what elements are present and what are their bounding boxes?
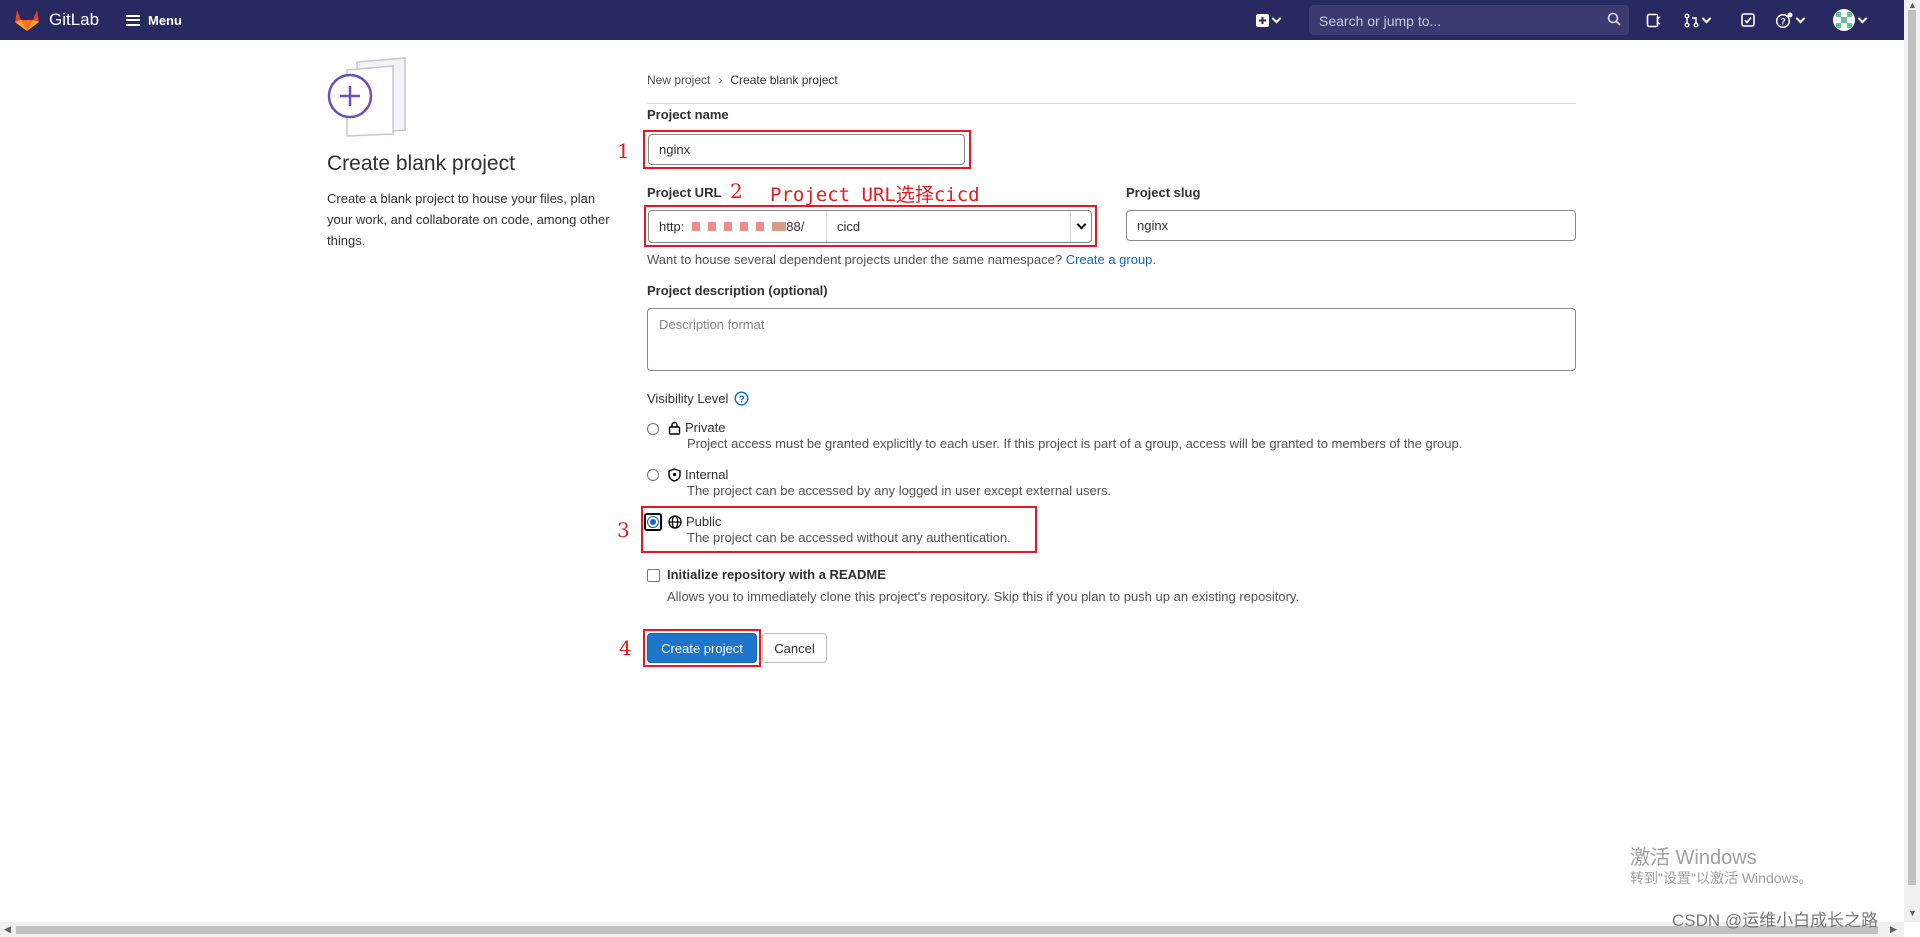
description-label: Project description (optional) xyxy=(647,283,828,298)
visibility-option-internal[interactable]: Internal xyxy=(668,467,728,482)
project-slug-label: Project slug xyxy=(1126,185,1201,200)
menu-label: Menu xyxy=(148,12,182,28)
scroll-up-icon[interactable]: ▲ xyxy=(1908,0,1917,10)
visibility-option-private[interactable]: Private xyxy=(668,420,725,435)
breadcrumb-separator-icon: › xyxy=(718,73,723,87)
vertical-scrollbar[interactable]: ▲ ▼ xyxy=(1904,0,1920,922)
scroll-down-icon[interactable]: ▼ xyxy=(1908,908,1917,918)
readme-label[interactable]: Initialize repository with a README xyxy=(667,567,886,582)
namespace-help-text: Want to house several dependent projects… xyxy=(647,252,1156,267)
project-slug-input[interactable] xyxy=(1126,210,1576,241)
visibility-heading: Visibility Level ? xyxy=(647,391,749,406)
readme-checkbox[interactable] xyxy=(647,569,660,582)
question-circle-icon[interactable]: ? xyxy=(734,391,749,406)
annotation-box-2 xyxy=(644,205,1097,247)
shield-icon xyxy=(668,467,681,482)
user-menu[interactable] xyxy=(1833,9,1868,31)
windows-activation-title: 激活 Windows xyxy=(1630,847,1757,869)
breadcrumb-current[interactable]: Create blank project xyxy=(730,73,837,87)
breadcrumb: New project › Create blank project xyxy=(647,73,838,87)
merge-requests-icon xyxy=(1684,13,1699,27)
left-panel-title: Create blank project xyxy=(327,152,515,175)
horizontal-scroll-thumb[interactable] xyxy=(16,926,1878,934)
brand-name[interactable]: GitLab xyxy=(49,10,99,30)
todo-button[interactable] xyxy=(1741,10,1755,30)
annotation-box-3 xyxy=(641,506,1037,553)
annotation-number-3: 3 xyxy=(617,518,630,542)
breadcrumb-new-project[interactable]: New project xyxy=(647,73,710,87)
blank-project-illustration xyxy=(327,57,406,137)
visibility-radio-private[interactable] xyxy=(647,423,659,435)
top-navbar: GitLab Menu ? xyxy=(0,0,1904,40)
search-input[interactable] xyxy=(1317,5,1601,37)
annotation-box-1 xyxy=(643,130,971,169)
annotation-text-2: Project URL选择cicd xyxy=(770,184,980,206)
new-item-dropdown[interactable] xyxy=(1256,10,1282,30)
divider xyxy=(647,103,1576,104)
readme-description: Allows you to immediately clone this pro… xyxy=(667,589,1300,604)
annotation-number-1: 1 xyxy=(617,139,630,163)
svg-text:?: ? xyxy=(1780,17,1786,27)
chevron-down-icon xyxy=(1795,13,1806,24)
horizontal-scrollbar[interactable]: ◀ ▶ xyxy=(0,922,1904,937)
menu-button[interactable]: Menu xyxy=(126,8,182,32)
create-group-link[interactable]: Create a group. xyxy=(1066,252,1156,267)
svg-text:?: ? xyxy=(739,394,745,405)
issues-icon xyxy=(1646,13,1661,27)
namespace-help: Want to house several dependent projects… xyxy=(647,252,1063,267)
internal-label: Internal xyxy=(685,467,729,482)
private-description: Project access must be granted explicitl… xyxy=(687,436,1463,451)
chevron-down-icon xyxy=(1857,13,1868,24)
scroll-left-icon[interactable]: ◀ xyxy=(4,924,11,935)
todo-icon xyxy=(1741,13,1755,27)
chevron-down-icon xyxy=(1701,13,1712,24)
project-name-label: Project name xyxy=(647,107,729,122)
merge-requests-button[interactable] xyxy=(1684,10,1712,30)
help-dropdown[interactable]: ? xyxy=(1775,10,1806,30)
lock-icon xyxy=(668,421,681,435)
help-icon: ? xyxy=(1775,12,1793,28)
left-panel-description: Create a blank project to house your fil… xyxy=(327,191,610,248)
scroll-right-icon[interactable]: ▶ xyxy=(1890,924,1897,935)
search-box[interactable] xyxy=(1309,5,1629,37)
description-textarea[interactable] xyxy=(647,308,1576,371)
private-label: Private xyxy=(685,420,726,435)
vertical-scroll-thumb[interactable] xyxy=(1908,10,1916,885)
annotation-box-4 xyxy=(643,629,761,667)
csdn-watermark: CSDN @运维小白成长之路 xyxy=(1672,911,1879,930)
cancel-button[interactable]: Cancel xyxy=(762,633,827,663)
new-item-icon xyxy=(1256,13,1269,27)
issues-button[interactable] xyxy=(1646,10,1661,30)
annotation-number-4: 4 xyxy=(619,636,632,660)
gitlab-logo-icon[interactable] xyxy=(14,8,40,32)
windows-activation-subtitle: 转到"设置"以激活 Windows。 xyxy=(1630,870,1813,886)
avatar xyxy=(1833,9,1855,31)
internal-description: The project can be accessed by any logge… xyxy=(687,483,1112,498)
chevron-down-icon xyxy=(1271,13,1282,24)
search-icon xyxy=(1607,12,1621,26)
project-url-label: Project URL xyxy=(647,185,722,200)
annotation-number-2: 2 xyxy=(730,179,743,203)
hamburger-icon xyxy=(126,14,140,26)
visibility-label: Visibility Level xyxy=(647,391,729,406)
visibility-radio-internal[interactable] xyxy=(647,469,659,481)
